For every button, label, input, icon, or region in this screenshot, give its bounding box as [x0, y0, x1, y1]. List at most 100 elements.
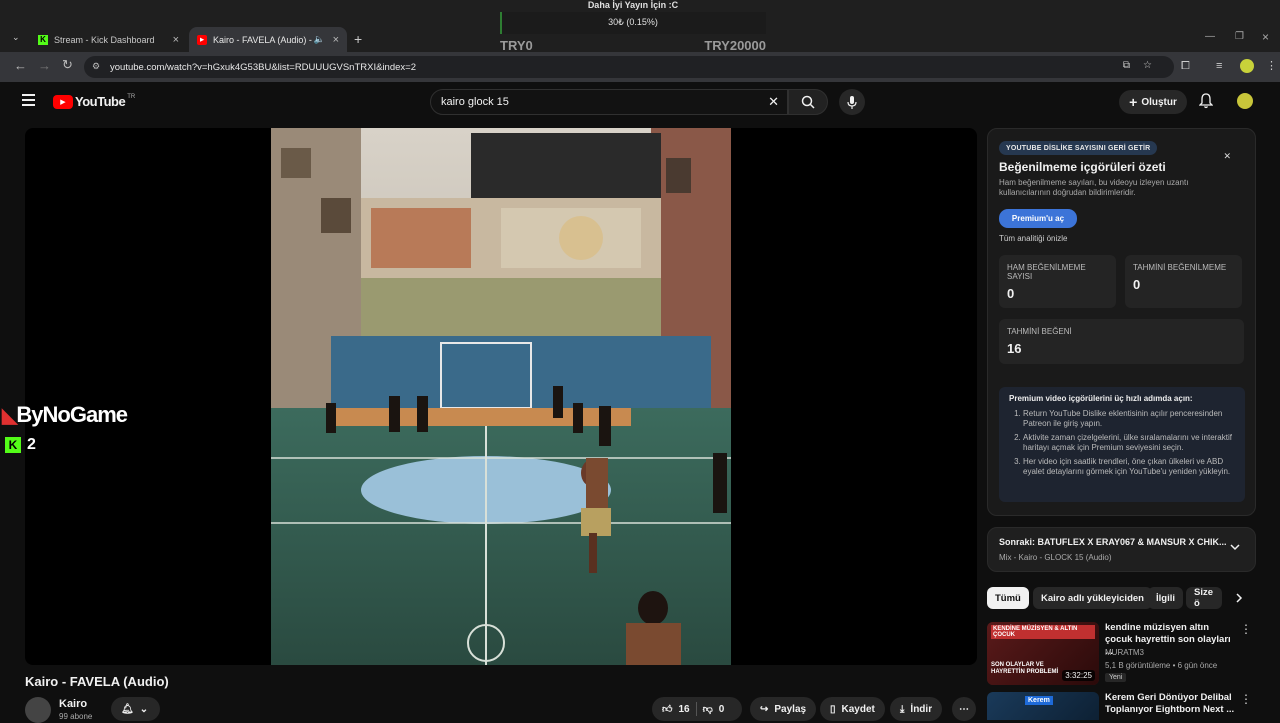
create-button[interactable]: + Oluştur [1119, 90, 1187, 114]
steps-title: Premium video içgörülerini üç hızlı adım… [1009, 394, 1193, 403]
address-bar-row: ← → ↻ ⚙ youtube.com/watch?v=hGxuk4G53BU&… [0, 52, 1280, 82]
video-title: Kairo - FAVELA (Audio) [25, 674, 169, 689]
kick-viewer-count: K 2 [5, 436, 36, 454]
minimize-button[interactable]: — [1205, 31, 1215, 42]
donation-amount: 30₺ (0.15%) [608, 17, 658, 27]
dislike-panel-title: Beğenilmeme içgörüleri özeti [999, 160, 1166, 174]
chevron-right-icon[interactable] [1234, 591, 1244, 609]
tab-search-icon[interactable]: ⌄ [12, 32, 20, 43]
download-icon: ⤓ [900, 703, 905, 715]
voice-search-button[interactable] [839, 89, 865, 115]
site-info-icon[interactable]: ⚙ [92, 61, 100, 72]
chevron-down-icon[interactable] [1229, 541, 1241, 553]
subscribed-bell-button[interactable]: 🔔︎ ⌄ [111, 697, 160, 721]
like-button[interactable]: 👍︎ 16 [662, 703, 690, 716]
more-vertical-icon[interactable]: ⋮ [1240, 622, 1252, 636]
next-up-box[interactable]: Sonraki: BATUFLEX X ERAY067 & MANSUR X C… [987, 527, 1256, 572]
thumbs-up-icon: 👍︎ [662, 704, 673, 715]
stat-estimated-dislikes: TAHMİNİ BEĞENİLMEME 0 [1125, 255, 1242, 308]
restore-button[interactable]: ❐ [1235, 31, 1244, 42]
url-text: youtube.com/watch?v=hGxuk4G53BU&list=RDU… [110, 61, 416, 73]
channel-name[interactable]: Kairo [59, 698, 87, 710]
extensions-icon[interactable]: ⧠ [1181, 60, 1190, 73]
preview-analytics-link[interactable]: Tüm analitiği önizle [999, 234, 1067, 243]
search-input[interactable]: kairo glock 15 ✕ [430, 89, 788, 115]
recommendation-channel[interactable]: MURATM3 [1105, 648, 1144, 657]
dislike-button[interactable]: 👎︎ 0 [703, 703, 725, 716]
share-icon: ↪ [760, 703, 769, 715]
stat-value: 0 [1133, 277, 1141, 292]
close-window-button[interactable]: × [1262, 30, 1269, 44]
download-button[interactable]: ⤓ İndir [890, 697, 943, 721]
video-thumbnail[interactable]: KENDİNE MÜZİSYEN & ALTIN ÇOCUK SON OLAYL… [987, 622, 1099, 685]
chip-for-you[interactable]: Size ö [1186, 587, 1222, 609]
tab-title: Kairo - FAVELA (Audio) - Yo [213, 34, 313, 45]
browser-tab-kick[interactable]: K Stream - Kick Dashboard × [30, 27, 187, 52]
stat-label: TAHMİNİ BEĞENİ [1007, 327, 1072, 336]
reload-icon[interactable]: ↻ [62, 57, 73, 73]
dislike-panel-description: Ham beğenilmeme sayıları, bu videoyu izl… [999, 178, 1189, 197]
url-input[interactable]: ⚙ youtube.com/watch?v=hGxuk4G53BU&list=R… [84, 56, 1174, 78]
video-duration: 3:32:25 [1062, 670, 1095, 681]
video-player[interactable] [25, 128, 977, 665]
speaker-icon[interactable]: 🔈 [314, 34, 325, 45]
share-button[interactable]: ↪ Paylaş [750, 697, 817, 721]
hamburger-menu-icon[interactable] [22, 94, 35, 106]
dislike-extension-badge: YOUTUBE DİSLİKE SAYISINI GERİ GETİR [999, 141, 1158, 155]
video-frame-illustration [271, 128, 731, 665]
recommendation-meta: 5,1 B görüntüleme • 6 gün önce [1105, 661, 1218, 670]
thumbnail-caption-bottom: SON OLAYLAR VE HAYRETTİN PROBLEMİ [991, 662, 1059, 675]
reading-list-icon[interactable]: ≡ [1216, 60, 1222, 72]
create-label: Oluştur [1141, 96, 1177, 108]
youtube-play-icon: ▶ [53, 94, 73, 109]
close-icon[interactable]: × [173, 34, 179, 46]
browser-menu-icon[interactable]: ⋮ [1266, 59, 1277, 72]
region-code: TR [127, 93, 136, 100]
dislike-count: 0 [718, 703, 725, 715]
donation-goal-overlay: Daha İyi Yayın İçin :C 30₺ (0.15%) TRY0 … [500, 0, 766, 56]
step-item: Aktivite zaman çizelgelerini, ülke sıral… [1023, 433, 1235, 453]
close-icon[interactable]: × [333, 34, 339, 46]
stat-label: HAM BEĞENİLMEME SAYISI [1007, 263, 1086, 281]
chip-related[interactable]: İlgili [1148, 587, 1183, 609]
video-thumbnail[interactable]: Kerem [987, 692, 1099, 720]
youtube-logo[interactable]: ▶ YouTube TR [53, 94, 135, 109]
back-icon[interactable]: ← [14, 58, 27, 73]
profile-avatar[interactable] [1240, 59, 1254, 73]
chip-all[interactable]: Tümü [987, 587, 1029, 609]
bynogame-text: ByNoGame [16, 402, 128, 427]
step-item: Her video için saatlik trendleri, öne çı… [1023, 457, 1235, 477]
new-tab-button[interactable]: + [354, 31, 362, 47]
recommendation-item[interactable]: Kerem Kerem Geri Dönüyor Delibal Toplanı… [987, 692, 1256, 720]
recommendation-item[interactable]: KENDİNE MÜZİSYEN & ALTIN ÇOCUK SON OLAYL… [987, 622, 1256, 688]
goal-max-label: TRY20000 [704, 38, 766, 53]
browser-tab-youtube[interactable]: ▶ Kairo - FAVELA (Audio) - Yo 🔈 × [189, 27, 347, 52]
bookmark-icon: ▯ [830, 703, 836, 715]
stat-estimated-likes: TAHMİNİ BEĞENİ 16 [999, 319, 1244, 364]
more-actions-button[interactable]: ⋯ [952, 697, 976, 721]
close-icon[interactable]: ✕ [1223, 151, 1231, 162]
kick-icon: K [38, 34, 48, 45]
save-button[interactable]: ▯ Kaydet [820, 697, 885, 721]
recommendation-title[interactable]: Kerem Geri Dönüyor Delibal Toplanıyor Ei… [1105, 692, 1235, 716]
thumbnail-caption-top: Kerem [1025, 696, 1053, 705]
clear-search-icon[interactable]: ✕ [768, 94, 779, 110]
bookmark-star-icon[interactable]: ☆ [1143, 60, 1152, 71]
logo-text: YouTube [75, 94, 126, 109]
save-label: Kaydet [841, 703, 875, 715]
search-button[interactable] [788, 89, 828, 115]
bynogame-icon: ◣ [2, 405, 17, 427]
notifications-bell-icon[interactable] [1198, 93, 1214, 114]
more-vertical-icon[interactable]: ⋮ [1240, 692, 1252, 706]
forward-icon[interactable]: → [38, 58, 51, 73]
chip-from-uploader[interactable]: Kairo adlı yükleyiciden [1033, 587, 1152, 609]
kick-logo-icon: K [5, 437, 21, 453]
goal-min-label: TRY0 [500, 38, 533, 53]
premium-button[interactable]: Premium'u aç [999, 209, 1077, 228]
more-horizontal-icon: ⋯ [959, 703, 969, 715]
account-avatar[interactable] [1237, 93, 1253, 109]
channel-avatar[interactable] [25, 697, 51, 723]
microphone-icon [847, 95, 857, 109]
download-label: İndir [910, 703, 933, 715]
install-app-icon[interactable]: ⧉ [1123, 60, 1130, 71]
